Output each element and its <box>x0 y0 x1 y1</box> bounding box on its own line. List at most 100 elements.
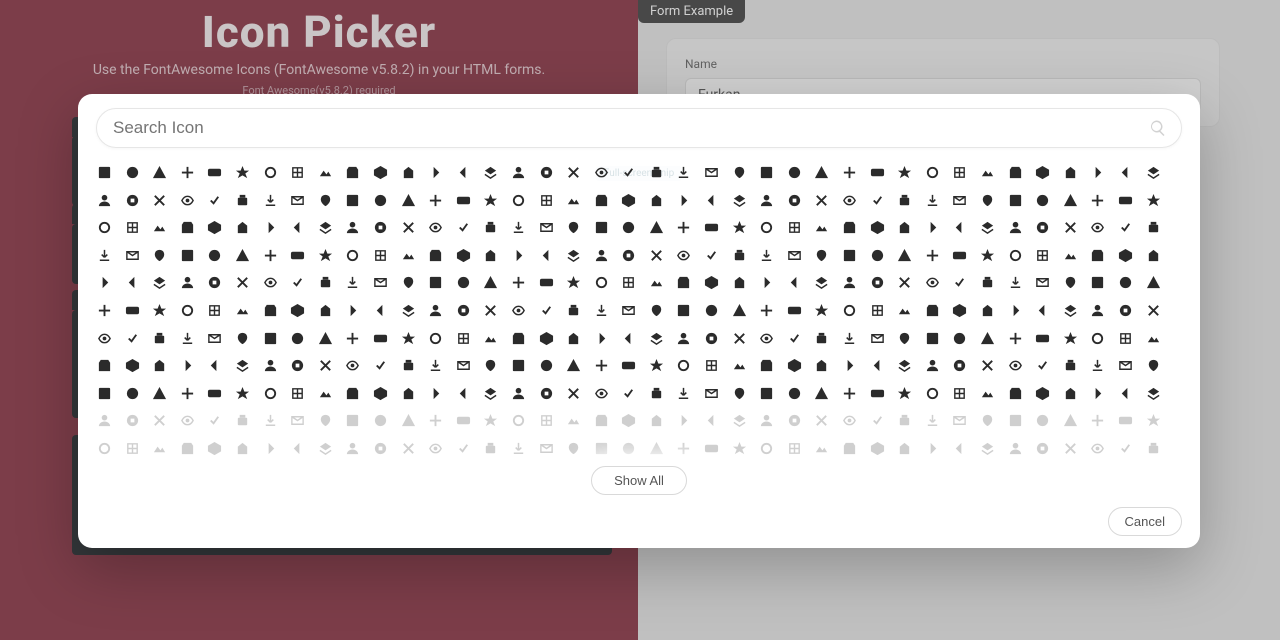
icon-item[interactable] <box>538 274 555 291</box>
icon-item[interactable] <box>427 219 444 236</box>
icon-item[interactable] <box>455 302 472 319</box>
icon-item[interactable] <box>731 164 748 181</box>
icon-item[interactable] <box>924 440 941 457</box>
icon-item[interactable] <box>593 330 610 347</box>
icon-item[interactable] <box>979 274 996 291</box>
icon-item[interactable] <box>482 357 499 374</box>
icon-item[interactable] <box>813 164 830 181</box>
icon-item[interactable] <box>565 385 582 402</box>
icon-item[interactable] <box>675 440 692 457</box>
icon-item[interactable] <box>1117 412 1134 429</box>
icon-item[interactable] <box>510 385 527 402</box>
icon-item[interactable] <box>455 330 472 347</box>
icon-item[interactable] <box>786 330 803 347</box>
icon-item[interactable] <box>869 219 886 236</box>
icon-item[interactable] <box>1062 385 1079 402</box>
icon-item[interactable] <box>510 412 527 429</box>
icon-item[interactable] <box>538 440 555 457</box>
icon-item[interactable] <box>234 357 251 374</box>
icon-item[interactable] <box>648 385 665 402</box>
icon-item[interactable] <box>648 302 665 319</box>
icon-item[interactable] <box>344 302 361 319</box>
icon-item[interactable] <box>1117 219 1134 236</box>
icon-item[interactable] <box>924 164 941 181</box>
icon-item[interactable] <box>979 302 996 319</box>
icon-item[interactable] <box>593 357 610 374</box>
icon-item[interactable] <box>482 247 499 264</box>
icon-item[interactable] <box>400 330 417 347</box>
icon-item[interactable] <box>206 330 223 347</box>
icon-item[interactable] <box>538 164 555 181</box>
icon-item[interactable] <box>841 357 858 374</box>
icon-item[interactable] <box>400 357 417 374</box>
icon-item[interactable] <box>896 274 913 291</box>
icon-item[interactable] <box>455 357 472 374</box>
icon-item[interactable] <box>841 330 858 347</box>
icon-item[interactable] <box>206 385 223 402</box>
icon-item[interactable] <box>1117 440 1134 457</box>
icon-item[interactable] <box>620 440 637 457</box>
icon-item[interactable] <box>951 192 968 209</box>
icon-item[interactable] <box>1062 274 1079 291</box>
icon-item[interactable] <box>758 440 775 457</box>
icon-item[interactable] <box>841 247 858 264</box>
icon-item[interactable] <box>896 385 913 402</box>
icon-item[interactable] <box>1089 192 1106 209</box>
icon-item[interactable] <box>179 274 196 291</box>
icon-item[interactable] <box>289 219 306 236</box>
icon-item[interactable] <box>813 330 830 347</box>
icon-item[interactable] <box>289 330 306 347</box>
icon-item[interactable] <box>262 330 279 347</box>
icon-item[interactable] <box>96 302 113 319</box>
icon-item[interactable] <box>951 385 968 402</box>
icon-item[interactable] <box>317 274 334 291</box>
icon-item[interactable] <box>620 247 637 264</box>
icon-item[interactable] <box>96 219 113 236</box>
search-input[interactable] <box>113 118 1137 138</box>
icon-item[interactable] <box>703 247 720 264</box>
icon-item[interactable] <box>1007 219 1024 236</box>
icon-item[interactable] <box>1117 247 1134 264</box>
icon-item[interactable] <box>234 385 251 402</box>
icon-item[interactable] <box>427 357 444 374</box>
icon-item[interactable] <box>234 440 251 457</box>
icon-item[interactable] <box>455 385 472 402</box>
icon-item[interactable] <box>648 412 665 429</box>
icon-item[interactable] <box>344 192 361 209</box>
icon-item[interactable] <box>372 357 389 374</box>
icon-item[interactable] <box>96 164 113 181</box>
icon-item[interactable] <box>620 302 637 319</box>
icon-item[interactable] <box>124 247 141 264</box>
icon-item[interactable] <box>731 274 748 291</box>
icon-item[interactable] <box>648 274 665 291</box>
icon-item[interactable] <box>482 219 499 236</box>
icon-item[interactable] <box>206 412 223 429</box>
icon-item[interactable] <box>1089 164 1106 181</box>
icon-item[interactable] <box>124 219 141 236</box>
icon-item[interactable] <box>979 247 996 264</box>
icon-item[interactable] <box>262 164 279 181</box>
icon-item[interactable] <box>620 219 637 236</box>
icon-item[interactable] <box>1007 385 1024 402</box>
icon-item[interactable] <box>482 164 499 181</box>
icon-item[interactable] <box>1117 330 1134 347</box>
icon-item[interactable] <box>593 247 610 264</box>
icon-item[interactable] <box>151 192 168 209</box>
icon-item[interactable] <box>786 440 803 457</box>
icon-item[interactable] <box>289 164 306 181</box>
icon-item[interactable] <box>786 302 803 319</box>
icon-item[interactable] <box>979 440 996 457</box>
icon-item[interactable] <box>151 247 168 264</box>
icon-item[interactable] <box>179 385 196 402</box>
icon-item[interactable] <box>344 412 361 429</box>
icon-item[interactable] <box>482 385 499 402</box>
icon-item[interactable] <box>648 247 665 264</box>
icon-item[interactable] <box>234 274 251 291</box>
icon-item[interactable] <box>317 357 334 374</box>
icon-item[interactable] <box>813 247 830 264</box>
icon-item[interactable] <box>786 357 803 374</box>
icon-item[interactable] <box>813 274 830 291</box>
icon-item[interactable] <box>896 330 913 347</box>
icon-item[interactable] <box>758 330 775 347</box>
icon-item[interactable] <box>703 330 720 347</box>
